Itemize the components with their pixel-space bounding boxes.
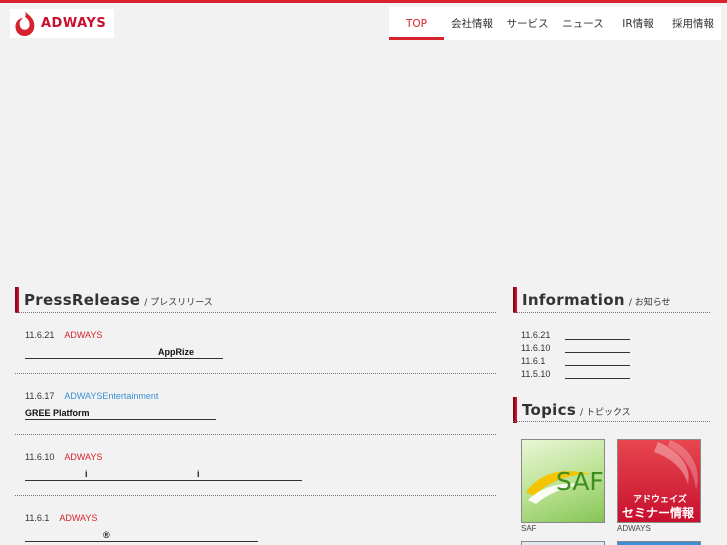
press-item: 11.6.10 ADWAYS i i — [25, 452, 302, 481]
topic-banner-partial[interactable] — [617, 541, 701, 545]
press-headline-text: GREE Platform — [25, 408, 90, 418]
press-date: 11.6.17 — [25, 391, 55, 401]
press-date: 11.6.10 — [25, 452, 55, 462]
divider — [15, 312, 496, 313]
press-headline-link[interactable]: AppRize — [25, 347, 223, 359]
information-subtitle: / お知らせ — [628, 298, 671, 308]
topic-banner-partial[interactable] — [521, 541, 605, 545]
topics-subtitle: / トピックス — [580, 408, 631, 418]
info-date: 11.6.21 — [521, 330, 551, 340]
press-category-link[interactable]: ADWAYS — [64, 452, 102, 462]
nav-label: 会社情報 — [451, 18, 493, 30]
saf-caption: SAF — [521, 524, 537, 533]
global-nav: TOP 会社情報 サービス ニュース IR情報 採用情報 — [389, 7, 721, 40]
seminar-text-main: セミナー情報 — [622, 506, 695, 520]
divider — [513, 421, 710, 422]
press-item: 11.6.21 ADWAYS AppRize — [25, 330, 223, 359]
press-item: 11.6.17 ADWAYSEntertainment GREE Platform — [25, 391, 216, 420]
nav-item-top[interactable]: TOP — [389, 7, 444, 40]
press-headline-text: ® — [103, 530, 110, 540]
nav-label: サービス — [506, 18, 549, 30]
section-marker — [513, 397, 517, 423]
info-date: 11.6.10 — [521, 343, 551, 353]
section-marker — [15, 287, 19, 313]
nav-item-company[interactable]: 会社情報 — [444, 7, 500, 40]
seminar-caption: ADWAYS — [617, 524, 651, 533]
press-category-link[interactable]: ADWAYS — [59, 513, 97, 523]
divider — [15, 373, 496, 374]
info-row: 11.6.10 — [521, 343, 630, 353]
divider — [513, 312, 710, 313]
nav-item-services[interactable]: サービス — [500, 7, 555, 40]
information-title: Information — [522, 291, 625, 309]
topics-title: Topics — [522, 401, 577, 419]
saf-banner[interactable]: SAF — [521, 439, 605, 523]
adways-logo[interactable]: ADWAYS — [10, 9, 114, 38]
press-headline-text: AppRize — [158, 347, 194, 357]
divider — [15, 434, 496, 435]
info-date: 11.6.1 — [521, 356, 546, 366]
info-date: 11.5.10 — [521, 369, 551, 379]
info-row: 11.6.1 — [521, 356, 630, 366]
info-link[interactable] — [565, 331, 630, 340]
press-headline-link[interactable]: i i — [25, 469, 302, 481]
saf-logo-text: SAF — [556, 467, 604, 496]
press-release-header: PressRelease / プレスリリース — [15, 287, 213, 313]
topics-header: Topics / トピックス — [513, 397, 631, 423]
logo-mark-icon — [15, 11, 35, 37]
info-row: 11.6.21 — [521, 330, 630, 340]
info-link[interactable] — [565, 370, 630, 379]
nav-item-news[interactable]: ニュース — [555, 7, 611, 40]
nav-label: ニュース — [562, 18, 604, 30]
seminar-banner[interactable]: アドウェイズ セミナー情報 — [617, 439, 701, 523]
press-date: 11.6.21 — [25, 330, 55, 340]
press-headline-link[interactable]: GREE Platform — [25, 408, 216, 420]
press-category-link[interactable]: ADWAYSEntertainment — [64, 391, 158, 401]
press-headline-text: i — [197, 469, 200, 479]
nav-label: TOP — [405, 17, 427, 30]
press-subtitle: / プレスリリース — [144, 298, 213, 308]
press-item: 11.6.1 ADWAYS ® — [25, 513, 258, 542]
press-headline-link[interactable]: ® — [25, 530, 258, 542]
info-link[interactable] — [565, 344, 630, 353]
divider — [15, 495, 496, 496]
logo-wordmark: ADWAYS — [41, 16, 107, 31]
nav-label: 採用情報 — [672, 18, 714, 30]
info-link[interactable] — [565, 357, 630, 366]
press-category-link[interactable]: ADWAYS — [64, 330, 102, 340]
nav-item-ir[interactable]: IR情報 — [611, 7, 665, 40]
nav-label: IR情報 — [622, 18, 654, 30]
press-headline-text: i — [85, 469, 88, 479]
press-title: PressRelease — [24, 291, 141, 309]
nav-item-recruit[interactable]: 採用情報 — [665, 7, 721, 40]
press-date: 11.6.1 — [25, 513, 50, 523]
information-header: Information / お知らせ — [513, 287, 671, 313]
info-row: 11.5.10 — [521, 369, 630, 379]
section-marker — [513, 287, 517, 313]
top-accent-line — [0, 0, 727, 3]
